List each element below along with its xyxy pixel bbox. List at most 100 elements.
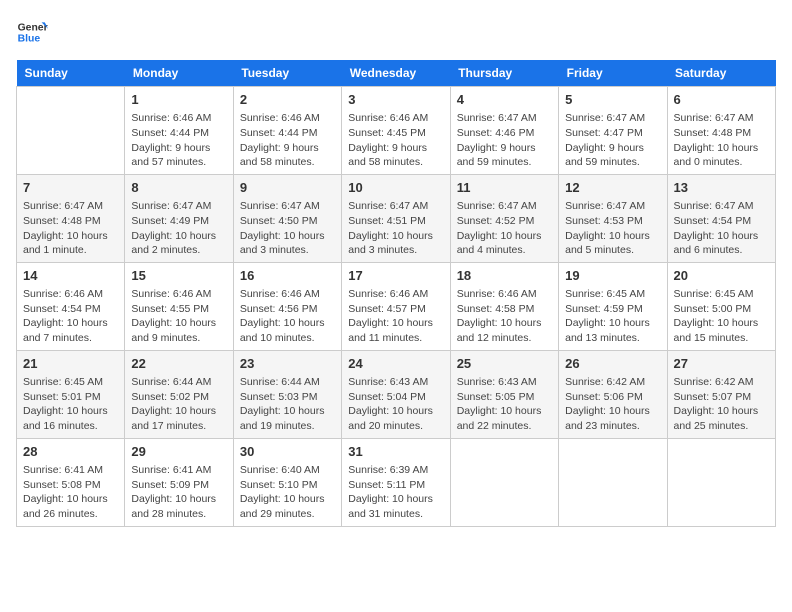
day-number: 28 — [23, 443, 118, 461]
day-info: Sunrise: 6:39 AM Sunset: 5:11 PM Dayligh… — [348, 463, 443, 522]
day-info: Sunrise: 6:40 AM Sunset: 5:10 PM Dayligh… — [240, 463, 335, 522]
day-info: Sunrise: 6:47 AM Sunset: 4:47 PM Dayligh… — [565, 111, 660, 170]
day-cell: 7 Sunrise: 6:47 AM Sunset: 4:48 PM Daylig… — [17, 174, 125, 262]
header-cell-monday: Monday — [125, 60, 233, 87]
day-info: Sunrise: 6:46 AM Sunset: 4:44 PM Dayligh… — [240, 111, 335, 170]
day-number: 15 — [131, 267, 226, 285]
day-info: Sunrise: 6:47 AM Sunset: 4:51 PM Dayligh… — [348, 199, 443, 258]
calendar-table: SundayMondayTuesdayWednesdayThursdayFrid… — [16, 60, 776, 527]
day-number: 17 — [348, 267, 443, 285]
header-cell-sunday: Sunday — [17, 60, 125, 87]
day-cell — [17, 87, 125, 175]
day-info: Sunrise: 6:47 AM Sunset: 4:54 PM Dayligh… — [674, 199, 769, 258]
day-number: 29 — [131, 443, 226, 461]
day-cell: 4 Sunrise: 6:47 AM Sunset: 4:46 PM Daylig… — [450, 87, 558, 175]
day-cell: 26 Sunrise: 6:42 AM Sunset: 5:06 PM Dayli… — [559, 350, 667, 438]
day-number: 6 — [674, 91, 769, 109]
day-cell: 16 Sunrise: 6:46 AM Sunset: 4:56 PM Dayli… — [233, 262, 341, 350]
day-info: Sunrise: 6:45 AM Sunset: 5:01 PM Dayligh… — [23, 375, 118, 434]
day-cell: 12 Sunrise: 6:47 AM Sunset: 4:53 PM Dayli… — [559, 174, 667, 262]
day-number: 5 — [565, 91, 660, 109]
day-info: Sunrise: 6:46 AM Sunset: 4:55 PM Dayligh… — [131, 287, 226, 346]
header-cell-wednesday: Wednesday — [342, 60, 450, 87]
day-number: 20 — [674, 267, 769, 285]
logo-icon: General Blue — [16, 16, 48, 48]
day-number: 13 — [674, 179, 769, 197]
day-cell — [559, 438, 667, 526]
day-number: 30 — [240, 443, 335, 461]
day-info: Sunrise: 6:41 AM Sunset: 5:09 PM Dayligh… — [131, 463, 226, 522]
day-number: 25 — [457, 355, 552, 373]
header-cell-thursday: Thursday — [450, 60, 558, 87]
day-cell: 6Sunrise: 6:47 AM Sunset: 4:48 PM Daylig… — [667, 87, 775, 175]
day-cell: 30 Sunrise: 6:40 AM Sunset: 5:10 PM Dayli… — [233, 438, 341, 526]
day-cell: 27Sunrise: 6:42 AM Sunset: 5:07 PM Dayli… — [667, 350, 775, 438]
header-row: SundayMondayTuesdayWednesdayThursdayFrid… — [17, 60, 776, 87]
day-cell: 29 Sunrise: 6:41 AM Sunset: 5:09 PM Dayli… — [125, 438, 233, 526]
day-cell — [450, 438, 558, 526]
day-number: 22 — [131, 355, 226, 373]
day-cell: 10 Sunrise: 6:47 AM Sunset: 4:51 PM Dayli… — [342, 174, 450, 262]
day-cell: 21 Sunrise: 6:45 AM Sunset: 5:01 PM Dayli… — [17, 350, 125, 438]
day-number: 21 — [23, 355, 118, 373]
day-cell: 14 Sunrise: 6:46 AM Sunset: 4:54 PM Dayli… — [17, 262, 125, 350]
day-number: 18 — [457, 267, 552, 285]
day-cell: 8 Sunrise: 6:47 AM Sunset: 4:49 PM Daylig… — [125, 174, 233, 262]
day-info: Sunrise: 6:46 AM Sunset: 4:45 PM Dayligh… — [348, 111, 443, 170]
day-number: 14 — [23, 267, 118, 285]
day-info: Sunrise: 6:46 AM Sunset: 4:57 PM Dayligh… — [348, 287, 443, 346]
day-info: Sunrise: 6:42 AM Sunset: 5:06 PM Dayligh… — [565, 375, 660, 434]
day-cell: 15 Sunrise: 6:46 AM Sunset: 4:55 PM Dayli… — [125, 262, 233, 350]
day-number: 26 — [565, 355, 660, 373]
header-cell-tuesday: Tuesday — [233, 60, 341, 87]
day-info: Sunrise: 6:47 AM Sunset: 4:50 PM Dayligh… — [240, 199, 335, 258]
day-info: Sunrise: 6:46 AM Sunset: 4:44 PM Dayligh… — [131, 111, 226, 170]
day-info: Sunrise: 6:47 AM Sunset: 4:48 PM Dayligh… — [23, 199, 118, 258]
day-info: Sunrise: 6:47 AM Sunset: 4:46 PM Dayligh… — [457, 111, 552, 170]
day-number: 16 — [240, 267, 335, 285]
day-number: 12 — [565, 179, 660, 197]
day-number: 4 — [457, 91, 552, 109]
day-info: Sunrise: 6:45 AM Sunset: 5:00 PM Dayligh… — [674, 287, 769, 346]
day-info: Sunrise: 6:44 AM Sunset: 5:02 PM Dayligh… — [131, 375, 226, 434]
day-cell: 13 Sunrise: 6:47 AM Sunset: 4:54 PM Dayli… — [667, 174, 775, 262]
week-row-2: 7 Sunrise: 6:47 AM Sunset: 4:48 PM Daylig… — [17, 174, 776, 262]
day-number: 1 — [131, 91, 226, 109]
day-number: 8 — [131, 179, 226, 197]
day-info: Sunrise: 6:47 AM Sunset: 4:52 PM Dayligh… — [457, 199, 552, 258]
day-info: Sunrise: 6:43 AM Sunset: 5:04 PM Dayligh… — [348, 375, 443, 434]
day-number: 10 — [348, 179, 443, 197]
day-number: 19 — [565, 267, 660, 285]
day-number: 2 — [240, 91, 335, 109]
page-header: General Blue — [16, 16, 776, 48]
day-cell: 9 Sunrise: 6:47 AM Sunset: 4:50 PM Daylig… — [233, 174, 341, 262]
week-row-4: 21 Sunrise: 6:45 AM Sunset: 5:01 PM Dayli… — [17, 350, 776, 438]
day-cell: 2 Sunrise: 6:46 AM Sunset: 4:44 PM Daylig… — [233, 87, 341, 175]
week-row-3: 14 Sunrise: 6:46 AM Sunset: 4:54 PM Dayli… — [17, 262, 776, 350]
day-info: Sunrise: 6:44 AM Sunset: 5:03 PM Dayligh… — [240, 375, 335, 434]
day-cell: 17 Sunrise: 6:46 AM Sunset: 4:57 PM Dayli… — [342, 262, 450, 350]
day-number: 7 — [23, 179, 118, 197]
header-cell-friday: Friday — [559, 60, 667, 87]
day-info: Sunrise: 6:47 AM Sunset: 4:49 PM Dayligh… — [131, 199, 226, 258]
day-number: 9 — [240, 179, 335, 197]
day-cell — [667, 438, 775, 526]
day-info: Sunrise: 6:45 AM Sunset: 4:59 PM Dayligh… — [565, 287, 660, 346]
day-cell: 31Sunrise: 6:39 AM Sunset: 5:11 PM Dayli… — [342, 438, 450, 526]
day-cell: 28 Sunrise: 6:41 AM Sunset: 5:08 PM Dayli… — [17, 438, 125, 526]
day-info: Sunrise: 6:46 AM Sunset: 4:56 PM Dayligh… — [240, 287, 335, 346]
header-cell-saturday: Saturday — [667, 60, 775, 87]
day-info: Sunrise: 6:46 AM Sunset: 4:54 PM Dayligh… — [23, 287, 118, 346]
day-cell: 23 Sunrise: 6:44 AM Sunset: 5:03 PM Dayli… — [233, 350, 341, 438]
day-cell: 20 Sunrise: 6:45 AM Sunset: 5:00 PM Dayli… — [667, 262, 775, 350]
day-info: Sunrise: 6:41 AM Sunset: 5:08 PM Dayligh… — [23, 463, 118, 522]
day-info: Sunrise: 6:46 AM Sunset: 4:58 PM Dayligh… — [457, 287, 552, 346]
logo: General Blue — [16, 16, 48, 48]
day-cell: 18 Sunrise: 6:46 AM Sunset: 4:58 PM Dayli… — [450, 262, 558, 350]
day-cell: 24Sunrise: 6:43 AM Sunset: 5:04 PM Dayli… — [342, 350, 450, 438]
day-number: 23 — [240, 355, 335, 373]
week-row-5: 28 Sunrise: 6:41 AM Sunset: 5:08 PM Dayli… — [17, 438, 776, 526]
day-cell: 11Sunrise: 6:47 AM Sunset: 4:52 PM Dayli… — [450, 174, 558, 262]
day-info: Sunrise: 6:47 AM Sunset: 4:53 PM Dayligh… — [565, 199, 660, 258]
svg-text:Blue: Blue — [18, 34, 41, 45]
